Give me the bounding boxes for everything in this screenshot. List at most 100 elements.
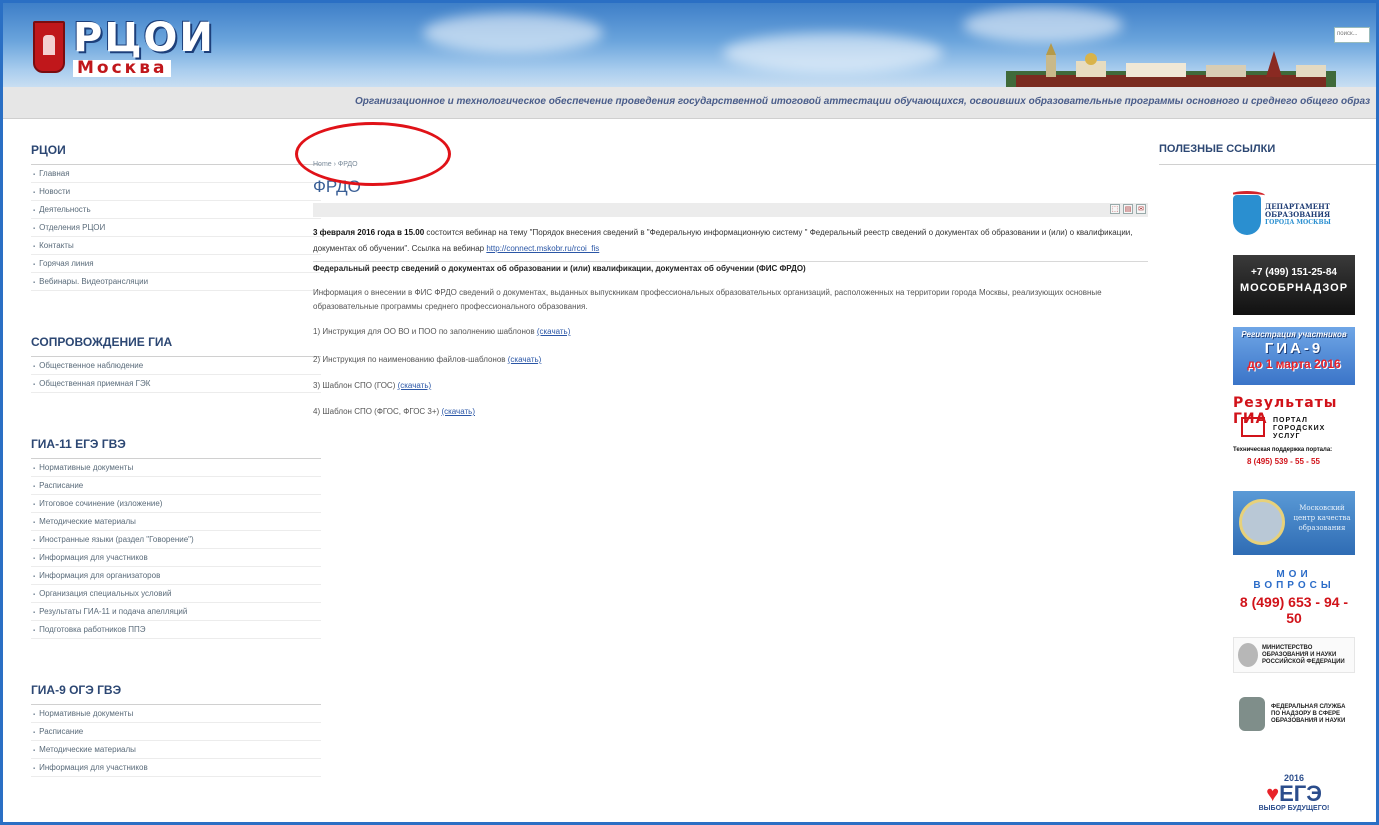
- banner-text: ПОРТАЛ: [1273, 417, 1308, 424]
- sidebar-item-regulations[interactable]: Нормативные документы: [31, 459, 321, 477]
- site-header: РЦОИ Москва поиск...: [3, 3, 1376, 87]
- sidebar-item-schedule[interactable]: Расписание: [31, 723, 321, 741]
- banner-education-department[interactable]: ДЕПАРТАМЕНТ ОБРАЗОВАНИЯ ГОРОДА МОСКВЫ: [1233, 187, 1355, 243]
- sidebar-item-branches[interactable]: Отделения РЦОИ: [31, 219, 321, 237]
- banner-text: ГИА-9: [1264, 340, 1324, 357]
- ege-logo-icon: ♥: [1266, 781, 1280, 806]
- banner-ege-2016[interactable]: 2016 ♥ЕГЭ ВЫБОР БУДУЩЕГО!: [1233, 773, 1355, 822]
- download-link[interactable]: (скачать): [441, 407, 475, 416]
- sidebar-item-news[interactable]: Новости: [31, 183, 321, 201]
- sidebar-item-schedule[interactable]: Расписание: [31, 477, 321, 495]
- download-item: 3) Шаблон СПО (ГОС) (скачать): [313, 381, 432, 390]
- banner-text: до 1 марта 2016: [1247, 357, 1341, 371]
- header-cloud: [423, 13, 603, 53]
- banner-text: ОБРАЗОВАНИЯ И НАУКИ: [1271, 717, 1346, 724]
- left-sidebar: РЦОИ Главная Новости Деятельность Отделе…: [31, 143, 321, 777]
- kremlin-skyline-image: [1006, 43, 1336, 87]
- webinar-announcement: 3 февраля 2016 года в 15.00 состоится ве…: [313, 225, 1148, 257]
- announcement-date: 3 февраля 2016 года в 15.00: [313, 228, 425, 237]
- banner-ministry[interactable]: МИНИСТЕРСТВО ОБРАЗОВАНИЯ И НАУКИ РОССИЙС…: [1233, 637, 1355, 673]
- banner-rosobrnadzor[interactable]: ФЕДЕРАЛЬНАЯ СЛУЖБА ПО НАДЗОРУ В СФЕРЕ ОБ…: [1233, 689, 1355, 739]
- banner-phone: +7 (499) 151-25-84: [1251, 267, 1337, 278]
- sidebar-heading: ГИА-11 ЕГЭ ГВЭ: [31, 437, 321, 459]
- download-link[interactable]: (скачать): [398, 381, 432, 390]
- logo-subtitle: Москва: [73, 59, 172, 77]
- page-title: ФРДО: [313, 177, 361, 196]
- sidebar-item-regulations[interactable]: Нормативные документы: [31, 705, 321, 723]
- useful-links-heading: ПОЛЕЗНЫЕ ССЫЛКИ: [1159, 143, 1376, 165]
- banner-text: Московский: [1299, 504, 1345, 512]
- tagline-bar: Организационное и технологическое обеспе…: [3, 87, 1376, 119]
- header-cloud: [963, 7, 1123, 43]
- sidebar-section-gia9: ГИА-9 ОГЭ ГВЭ Нормативные документы Расп…: [31, 683, 321, 777]
- ministry-emblem-icon: [1238, 643, 1258, 667]
- article-toolbar: ⬚ ▤ ✉: [313, 203, 1148, 217]
- section-title: Федеральный реестр сведений о документах…: [313, 264, 806, 273]
- sidebar-item-hotline[interactable]: Горячая линия: [31, 255, 321, 273]
- banner-phone: 8 (499) 653 - 94 - 50: [1239, 594, 1349, 623]
- sidebar-item-special-conditions[interactable]: Организация специальных условий: [31, 585, 321, 603]
- section-description: Информация о внесении в ФИС ФРДО сведени…: [313, 288, 1102, 311]
- banner-text: Регистрация участников: [1241, 330, 1347, 339]
- download-item: 2) Инструкция по наименованию файлов-шаб…: [313, 355, 542, 364]
- sidebar-heading: СОПРОВОЖДЕНИЕ ГИА: [31, 335, 321, 357]
- download-link[interactable]: (скачать): [537, 327, 571, 336]
- sidebar-item-organizers-info[interactable]: Информация для организаторов: [31, 567, 321, 585]
- browser-frame: РЦОИ Москва поиск... Организационное и т…: [0, 0, 1379, 825]
- banner-text: центр качества: [1293, 514, 1351, 522]
- banner-gia-results[interactable]: Результаты ГИА ПОРТАЛ ГОРОДСКИХ УСЛУГ Те…: [1233, 395, 1355, 481]
- banner-text: ГОРОДСКИХ: [1273, 425, 1326, 432]
- sidebar-section-rcoi: РЦОИ Главная Новости Деятельность Отделе…: [31, 143, 321, 291]
- banner-mosobrnadzor[interactable]: +7 (499) 151-25-84 МОСОБРНАДЗОР: [1233, 255, 1355, 315]
- highlight-circle: [295, 122, 451, 186]
- search-input[interactable]: поиск...: [1334, 27, 1370, 43]
- site-logo[interactable]: РЦОИ Москва: [33, 15, 243, 79]
- sidebar-item-methods[interactable]: Методические материалы: [31, 513, 321, 531]
- sidebar-item-final-essay[interactable]: Итоговое сочинение (изложение): [31, 495, 321, 513]
- banner-text: ЕГЭ: [1279, 781, 1322, 806]
- banner-text: РОССИЙСКОЙ ФЕДЕРАЦИИ: [1262, 658, 1345, 665]
- webinar-link[interactable]: http://connect.mskobr.ru/rcoi_fis: [486, 244, 599, 253]
- sidebar-item-observers[interactable]: Общественное наблюдение: [31, 357, 321, 375]
- email-icon[interactable]: ✉: [1136, 204, 1146, 214]
- banner-text: Техническая поддержка портала:: [1233, 447, 1333, 453]
- download-link[interactable]: (скачать): [508, 355, 542, 364]
- banner-text: ОБРАЗОВАНИЯ И НАУКИ: [1262, 651, 1337, 658]
- announcement-text: состоится вебинар на тему "Порядок внесе…: [313, 228, 1133, 253]
- sidebar-item-participants-info[interactable]: Информация для участников: [31, 549, 321, 567]
- banner-text: ОБРАЗОВАНИЯ: [1265, 210, 1331, 219]
- banner-text: УСЛУГ: [1273, 433, 1301, 440]
- sidebar-item-contacts[interactable]: Контакты: [31, 237, 321, 255]
- banner-text: ФЕДЕРАЛЬНАЯ СЛУЖБА: [1271, 703, 1346, 710]
- sidebar-heading: ГИА-9 ОГЭ ГВЭ: [31, 683, 321, 705]
- pdf-icon[interactable]: ⬚: [1110, 204, 1120, 214]
- tagline-text: Организационное и технологическое обеспе…: [355, 96, 1371, 107]
- sidebar-item-gek-reception[interactable]: Общественная приемная ГЭК: [31, 375, 321, 393]
- sidebar-item-home[interactable]: Главная: [31, 165, 321, 183]
- banner-text: ГОРОДА МОСКВЫ: [1265, 219, 1331, 226]
- banner-text: ВЫБОР БУДУЩЕГО!: [1258, 805, 1330, 812]
- print-icon[interactable]: ▤: [1123, 204, 1133, 214]
- banner-quality-center[interactable]: Московский центр качества образования: [1233, 491, 1355, 555]
- medal-icon: [1239, 499, 1285, 545]
- logo-title: РЦОИ: [73, 14, 215, 61]
- education-emblem-icon: [1233, 191, 1265, 235]
- banner-text: МОСОБРНАДЗОР: [1239, 282, 1349, 294]
- sidebar-item-ppe-training[interactable]: Подготовка работников ППЭ: [31, 621, 321, 639]
- sidebar-item-results-appeals[interactable]: Результаты ГИА-11 и подача апелляций: [31, 603, 321, 621]
- banner-text: образования: [1298, 524, 1346, 532]
- banner-text: МОИ ВОПРОСЫ: [1253, 569, 1335, 591]
- sidebar-item-activity[interactable]: Деятельность: [31, 201, 321, 219]
- download-item: 1) Инструкция для ОО ВО и ПОО по заполне…: [313, 327, 571, 336]
- banner-gia9-registration[interactable]: Регистрация участников ГИА-9 до 1 марта …: [1233, 327, 1355, 385]
- sidebar-item-participants-info[interactable]: Информация для участников: [31, 759, 321, 777]
- sidebar-heading: РЦОИ: [31, 143, 321, 165]
- sidebar-item-methods[interactable]: Методические материалы: [31, 741, 321, 759]
- banner-phone: 8 (495) 539 - 55 - 55: [1247, 457, 1320, 466]
- eagle-emblem-icon: [1239, 697, 1265, 731]
- sidebar-item-webinars[interactable]: Вебинары. Видеотрансляции: [31, 273, 321, 291]
- sidebar-section-gia11: ГИА-11 ЕГЭ ГВЭ Нормативные документы Рас…: [31, 437, 321, 639]
- sidebar-item-foreign-languages[interactable]: Иностранные языки (раздел "Говорение"): [31, 531, 321, 549]
- banner-my-questions[interactable]: МОИ ВОПРОСЫ 8 (499) 653 - 94 - 50: [1233, 567, 1355, 623]
- right-sidebar: ПОЛЕЗНЫЕ ССЫЛКИ ДЕПАРТАМЕНТ ОБРАЗОВАНИЯ …: [1159, 143, 1376, 822]
